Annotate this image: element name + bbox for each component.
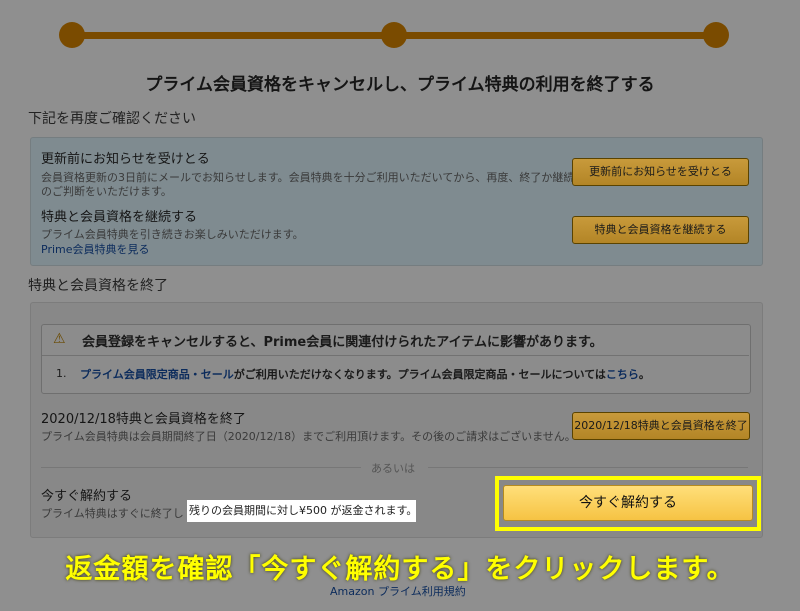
warning-text: 会員登録をキャンセルすると、Prime会員に関連付けられたアイテムに影響がありま… [82,335,603,350]
or-text: あるいは [371,462,415,475]
progress-step-2 [381,22,407,48]
cancel-now-button[interactable]: 今すぐ解約する [503,485,753,521]
progress-step-1 [59,22,85,48]
progress-line-2 [394,32,716,39]
cancel-now-title: 今すぐ解約する [41,489,133,504]
cancel-now-desc: プライム特典はすぐに終了し [41,507,184,520]
warning-item: プライム会員限定商品・セールがご利用いただけなくなります。プライム会員限定商品・… [80,366,650,382]
keep-membership-desc: プライム会員特典を引き続きお楽しみいただけます。 [41,228,304,241]
page-title: プライム会員資格をキャンセルし、プライム特典の利用を終了する [145,75,655,95]
prime-benefits-link[interactable]: Prime会員特典を見る [41,241,150,257]
end-heading: 特典と会員資格を終了 [28,278,168,294]
refund-note: 残りの会員期間に対し¥500 が返金されます。 [187,500,417,522]
reminder-desc-2: のご判断をいただけます。 [41,185,172,198]
or-divider-right [428,467,748,468]
confirm-heading: 下記を再度ご確認ください [28,111,196,127]
progress-line-1 [72,32,394,39]
warning-divider [42,355,749,356]
warning-item-number: 1. [56,367,67,380]
end-on-date-desc: プライム会員特典は会員期間終了日（2020/12/18）までご利用頂けます。その… [41,430,576,443]
progress-step-3 [703,22,729,48]
prime-terms-link[interactable]: Amazon プライム利用規約 [330,583,466,599]
prime-exclusive-link[interactable]: プライム会員限定商品・セール [80,368,234,381]
keep-membership-title: 特典と会員資格を継続する [41,210,198,225]
end-on-date-title: 2020/12/18特典と会員資格を終了 [41,412,246,427]
here-link[interactable]: こちら [606,368,639,381]
remind-before-renewal-button[interactable]: 更新前にお知らせを受けとる [572,158,749,186]
warning-item-text: がご利用いただけなくなります。プライム会員限定商品・セールについては [233,368,606,381]
or-divider-left [41,467,361,468]
reminder-title: 更新前にお知らせを受けとる [41,152,210,167]
warning-icon: ⚠ [53,331,66,347]
keep-membership-button[interactable]: 特典と会員資格を継続する [572,216,749,244]
instruction-caption: 返金額を確認「今すぐ解約する」をクリックします。 [65,554,735,585]
end-on-date-button[interactable]: 2020/12/18特典と会員資格を終了 [572,412,750,440]
warning-item-end: 。 [638,368,650,381]
